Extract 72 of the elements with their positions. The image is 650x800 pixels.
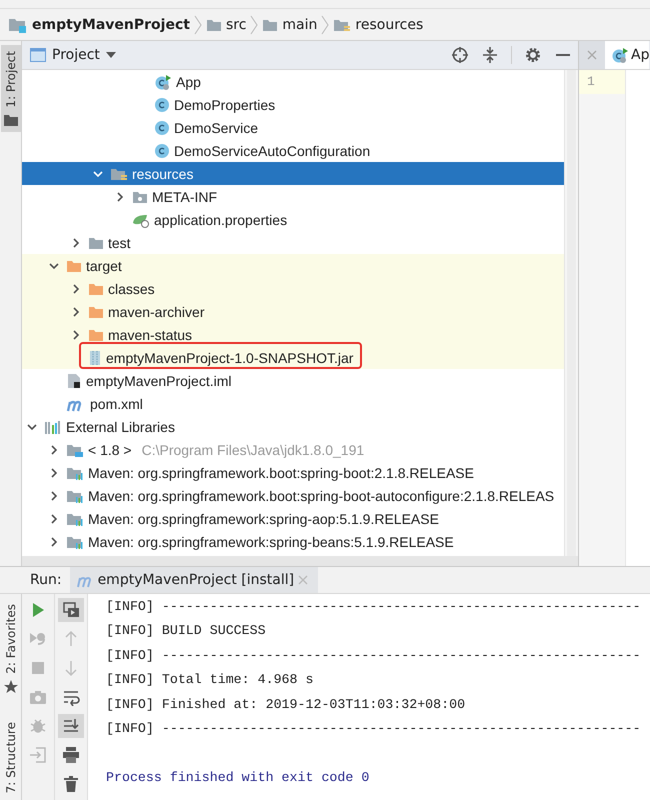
breadcrumb-item[interactable]: resources	[333, 16, 424, 32]
trash-icon[interactable]	[62, 775, 80, 793]
run-tab[interactable]: emptyMavenProject [install]	[70, 567, 318, 593]
console-line: [INFO] Finished at: 2019-12-03T11:03:32+08:00	[106, 696, 466, 714]
tree-item[interactable]: maven-archiver	[22, 300, 564, 323]
tree-item[interactable]: App	[22, 70, 564, 93]
toggle-button[interactable]	[58, 598, 84, 622]
tool-window-tab[interactable]: 1: Project	[0, 45, 20, 132]
tree-item[interactable]: DemoProperties	[22, 93, 564, 116]
class-icon	[154, 96, 170, 112]
tree-item[interactable]: emptyMavenProject-1.0-SNAPSHOT.jar	[22, 346, 564, 369]
toggle-button[interactable]	[58, 714, 84, 738]
scrollbar[interactable]	[22, 556, 578, 566]
tool-window-tab[interactable]: 7: Structure	[0, 716, 20, 800]
layout-icon	[62, 601, 80, 619]
tree-item[interactable]: application.properties	[22, 208, 564, 231]
scrollbar-thumb[interactable]	[567, 70, 576, 556]
view-selector[interactable]: Project	[30, 47, 116, 63]
chevron-icon	[321, 14, 330, 34]
crosshair-icon[interactable]	[451, 46, 469, 64]
class-icon	[154, 120, 170, 136]
close-icon	[298, 575, 308, 585]
settings-icon[interactable]	[524, 46, 542, 64]
class-icon	[611, 47, 629, 63]
tree-item[interactable]: External Libraries	[22, 415, 564, 438]
close-button[interactable]	[579, 41, 605, 69]
star-icon	[4, 680, 18, 694]
dropdown-icon	[106, 52, 116, 58]
tree-item[interactable]: target	[22, 254, 564, 277]
breadcrumb-item[interactable]: main	[262, 16, 318, 32]
editor-tab[interactable]: Ap	[605, 41, 650, 69]
console-line: [INFO] Total time: 4.968 s	[106, 671, 314, 690]
console-line: [INFO] BUILD SUCCESS	[106, 622, 267, 640]
class-icon	[154, 74, 172, 90]
console-line: [INFO] ------------------------------------------------------------	[106, 598, 642, 616]
tree-item[interactable]: resources	[22, 162, 564, 185]
close-icon	[587, 50, 597, 60]
chevron-icon	[194, 14, 202, 34]
folder-icon	[4, 114, 18, 126]
chevron-icon	[250, 14, 258, 34]
tool-window-tab[interactable]: 2: Favorites	[0, 598, 20, 700]
breadcrumb-item[interactable]: src	[206, 16, 246, 32]
tree-item[interactable]: Maven: org.springframework:spring-aop:5.1.9.RELEASE	[22, 507, 564, 530]
breadcrumb-item[interactable]: emptyMavenProject	[8, 16, 190, 34]
file-icon	[66, 372, 82, 388]
tree-item[interactable]: DemoService	[22, 116, 564, 139]
tree-item[interactable]: Maven: org.springframework:spring-beans:5.1.9.RELEASE	[22, 530, 564, 553]
wrap-icon[interactable]	[62, 688, 80, 706]
tree-item[interactable]: test	[22, 231, 564, 254]
scrollbar[interactable]	[564, 70, 578, 556]
collapse-icon[interactable]	[481, 46, 499, 64]
printer-icon[interactable]	[62, 746, 80, 764]
books-icon	[44, 418, 62, 434]
tree-item[interactable]: pom.xml	[22, 392, 564, 415]
process-status: Process finished with exit code 0	[106, 768, 370, 787]
window-icon	[30, 48, 46, 62]
tree-item[interactable]: classes	[22, 277, 564, 300]
path-hint: C:\Program Files\Java\jdk1.8.0_191	[142, 442, 364, 458]
tree-item[interactable]: META-INF	[22, 185, 564, 208]
tree-item[interactable]: maven-status	[22, 323, 564, 346]
panel-label: Run:	[30, 572, 62, 588]
line-number: 1	[579, 70, 625, 94]
archive-icon	[88, 350, 102, 366]
console-line: [INFO] ------------------------------------------------------------	[106, 646, 642, 665]
class-icon	[154, 142, 170, 158]
scroll-end-icon	[62, 717, 80, 735]
tree-item[interactable]: Maven: org.springframework.boot:spring-boot-autoconfigure:2.1.8.RELEAS	[22, 484, 564, 507]
tree-item[interactable]: DemoServiceAutoConfiguration	[22, 139, 564, 162]
console-line: [INFO] ------------------------------------------------------------	[106, 720, 642, 738]
tree-item[interactable]: Maven: org.springframework.boot:spring-boot:2.1.8.RELEASE	[22, 461, 564, 484]
tree-item[interactable]: emptyMavenProject.iml	[22, 369, 564, 392]
tree-item[interactable]: < 1.8 > C:\Program Files\Java\jdk1.8.0_191	[22, 438, 564, 461]
